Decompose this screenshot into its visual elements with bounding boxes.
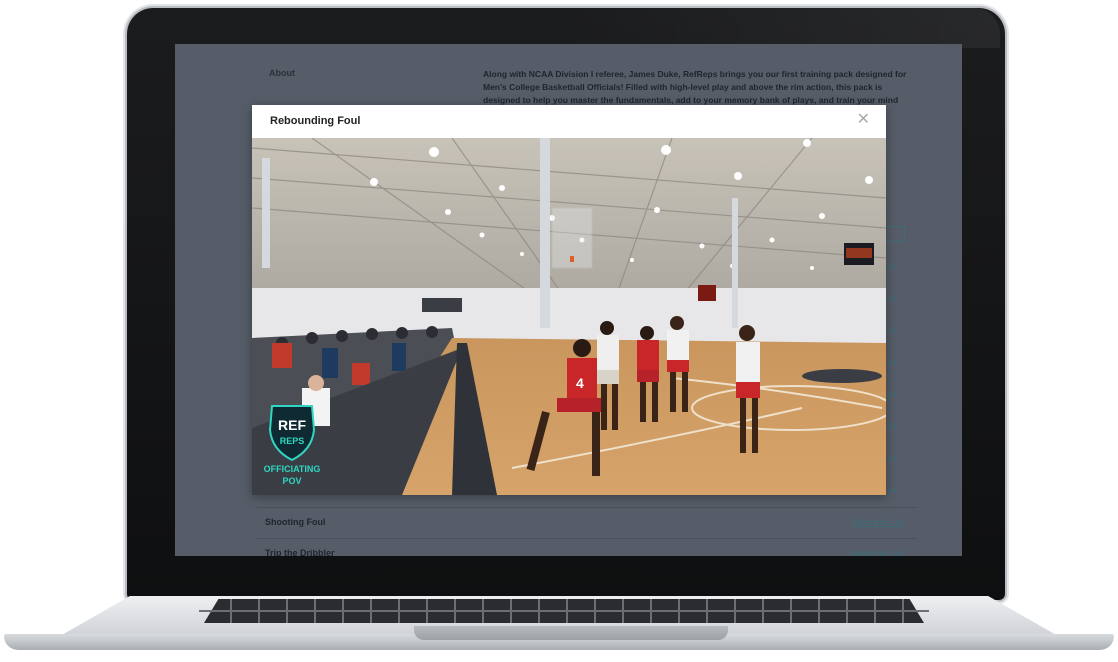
basketball-court-scene: 4 REF REPS OFFICIATING POV xyxy=(252,138,886,495)
make-the-call-link[interactable]: Make the Call xyxy=(851,548,903,556)
list-item[interactable]: Shooting Foul Make the Call xyxy=(257,507,917,538)
list-item-title: Trip the Dribbler xyxy=(265,548,335,556)
make-the-call-link[interactable]: Make the Call xyxy=(851,517,903,527)
logo-caption-officiating: OFFICIATING xyxy=(264,464,321,474)
laptop-base xyxy=(4,596,1114,658)
list-item-title: Shooting Foul xyxy=(265,517,326,527)
side-button[interactable] xyxy=(885,226,905,242)
keyboard-row xyxy=(199,610,929,612)
logo-text-top: REF xyxy=(278,417,306,433)
list-item[interactable]: Trip the Dribbler Make the Call xyxy=(257,538,917,556)
video-modal: Rebounding Foul ✕ 4 REF REPS OFFICIATING… xyxy=(252,105,886,495)
jersey-number: 4 xyxy=(576,375,584,391)
about-label: About xyxy=(269,68,295,78)
video-player[interactable]: 4 REF REPS OFFICIATING POV xyxy=(252,138,886,495)
laptop-screen: About Along with NCAA Division I referee… xyxy=(175,44,962,556)
logo-caption-pov: POV xyxy=(282,476,301,486)
modal-title: Rebounding Foul xyxy=(270,115,361,127)
trackpad-notch xyxy=(414,626,728,640)
close-icon[interactable]: ✕ xyxy=(857,111,870,129)
lid-reflection xyxy=(560,8,1000,48)
modal-header: Rebounding Foul ✕ xyxy=(252,105,886,139)
logo-text-bottom: REPS xyxy=(280,436,305,446)
